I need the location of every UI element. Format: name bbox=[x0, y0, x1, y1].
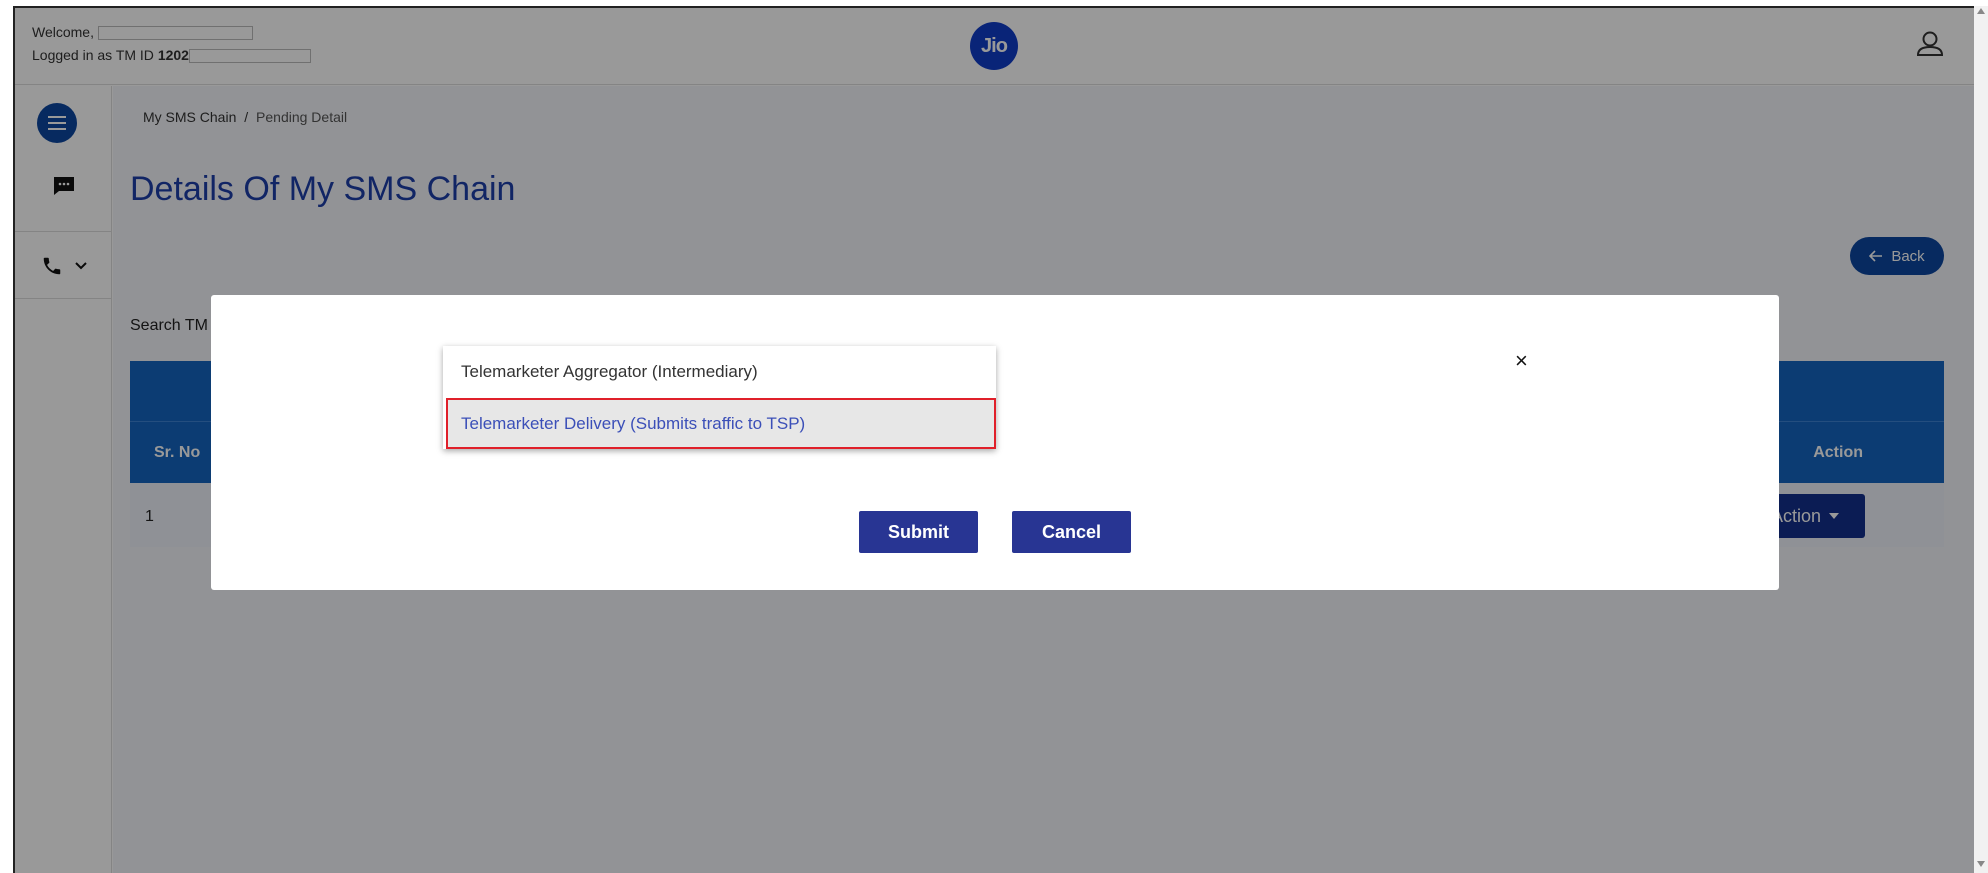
dropdown-option-delivery[interactable]: Telemarketer Delivery (Submits traffic t… bbox=[446, 398, 996, 449]
browser-viewport: Welcome, Logged in as TM ID 1202 Jio My … bbox=[13, 6, 1974, 873]
dropdown-option-aggregator[interactable]: Telemarketer Aggregator (Intermediary) bbox=[443, 346, 996, 398]
submit-button[interactable]: Submit bbox=[859, 511, 978, 553]
scroll-up-icon[interactable] bbox=[1977, 8, 1985, 14]
role-dropdown-list: Telemarketer Aggregator (Intermediary) T… bbox=[443, 346, 996, 449]
scroll-down-icon[interactable] bbox=[1977, 861, 1985, 867]
vertical-scrollbar[interactable] bbox=[1974, 6, 1988, 873]
cancel-button[interactable]: Cancel bbox=[1012, 511, 1131, 553]
modal-dialog: × Telemarketer Aggregator (Intermediary)… bbox=[211, 295, 1779, 590]
close-icon[interactable]: × bbox=[1515, 350, 1528, 372]
